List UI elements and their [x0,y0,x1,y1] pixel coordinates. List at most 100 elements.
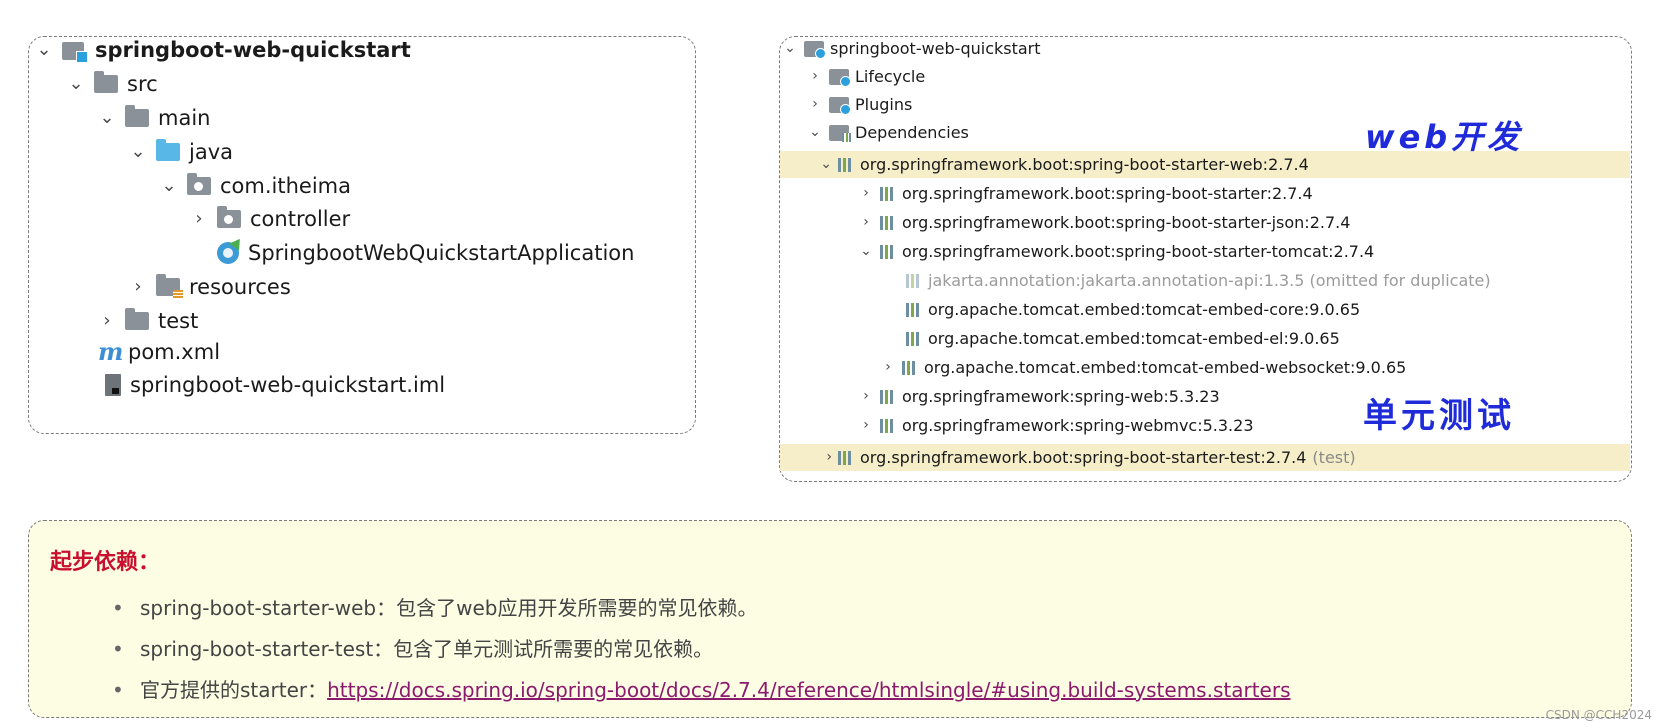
tree-node-app-class[interactable]: SpringbootWebQuickstartApplication [209,235,635,270]
library-icon [838,157,854,172]
maven-node-dependencies[interactable]: ⌄ Dependencies [807,119,969,146]
tree-node-test[interactable]: › test [97,304,198,338]
bullet: • [112,637,124,661]
dependency-label: org.apache.tomcat.embed:tomcat-embed-el:… [928,329,1340,348]
main-label: main [158,106,211,130]
maven-icon: m [98,337,124,366]
folder-icon [94,71,118,93]
chevron-down-icon[interactable]: ⌄ [128,135,148,169]
dependency-label: org.springframework.boot:spring-boot-sta… [902,184,1313,203]
dependency-row[interactable]: › org.springframework:spring-webmvc:5.3.… [858,412,1254,439]
annotation-unit-test: 单元测试 [1363,396,1515,436]
tree-node-iml[interactable]: springboot-web-quickstart.iml [97,368,445,402]
chevron-down-icon[interactable]: ⌄ [97,101,117,135]
chevron-right-icon[interactable]: › [97,304,117,338]
library-icon [838,450,854,465]
controller-label: controller [250,207,351,231]
tree-node-main[interactable]: ⌄ main [97,101,210,135]
chevron-down-icon[interactable]: ⌄ [858,238,874,265]
notes-title: 起步依赖： [50,550,161,575]
library-icon [880,186,896,201]
dependency-scope: (test) [1312,448,1356,467]
note-item: • 官方提供的starter：https://docs.spring.io/spr… [112,674,1291,703]
note-text: spring-boot-starter-test：包含了单元测试所需要的常见依赖… [140,637,714,661]
chevron-right-icon[interactable]: › [128,270,148,304]
dependency-label: jakarta.annotation:jakarta.annotation-ap… [928,271,1491,290]
library-icon [880,215,896,230]
dependency-row[interactable]: › org.springframework.boot:spring-boot-s… [858,180,1313,207]
chevron-down-icon[interactable]: ⌄ [34,33,54,67]
chevron-right-icon[interactable]: › [858,180,874,207]
dependency-row[interactable]: jakarta.annotation:jakarta.annotation-ap… [900,267,1491,294]
chevron-down-icon[interactable]: ⌄ [782,35,798,62]
starter-docs-link[interactable]: https://docs.spring.io/spring-boot/docs/… [327,678,1290,702]
chevron-down-icon[interactable]: ⌄ [780,151,832,178]
chevron-right-icon[interactable]: › [858,383,874,410]
library-icon [880,389,896,404]
lifecycle-label: Lifecycle [855,67,926,86]
maven-node-root[interactable]: ⌄ springboot-web-quickstart [782,35,1041,62]
dependency-label: org.springframework:spring-webmvc:5.3.23 [902,416,1254,435]
chevron-down-icon[interactable]: ⌄ [66,67,86,101]
tree-node-controller[interactable]: › controller [189,202,350,236]
tree-node-java[interactable]: ⌄ java [128,135,233,169]
chevron-down-icon[interactable]: ⌄ [159,169,179,203]
note-text: 官方提供的starter： [140,678,328,702]
tree-node-pom[interactable]: m pom.xml [98,335,220,369]
dependency-row[interactable]: › org.apache.tomcat.embed:tomcat-embed-w… [880,354,1406,381]
dependency-row[interactable]: › org.springframework:spring-web:5.3.23 [858,383,1219,410]
dependency-label: org.springframework.boot:spring-boot-sta… [902,213,1351,232]
dependencies-label: Dependencies [855,123,969,142]
root-label: springboot-web-quickstart [95,38,411,62]
maven-root-label: springboot-web-quickstart [830,39,1041,58]
library-icon [906,302,922,317]
src-label: src [127,72,158,96]
chevron-right-icon[interactable]: › [780,444,832,471]
iml-file-icon [105,374,121,396]
pom-label: pom.xml [128,340,221,364]
library-icon [880,418,896,433]
java-label: java [189,140,233,164]
tree-node-resources[interactable]: › resources [128,270,291,304]
bullet: • [112,596,124,620]
chevron-right-icon[interactable]: › [858,209,874,236]
chevron-right-icon[interactable]: › [189,202,209,236]
chevron-right-icon[interactable]: › [807,63,823,90]
dependency-row[interactable]: ⌄ org.springframework.boot:spring-boot-s… [858,238,1374,265]
chevron-right-icon[interactable]: › [807,91,823,118]
maven-node-lifecycle[interactable]: › Lifecycle [807,63,925,90]
dependency-label: org.springframework.boot:spring-boot-sta… [860,155,1309,174]
test-label: test [158,309,199,333]
dependency-row[interactable]: org.apache.tomcat.embed:tomcat-embed-el:… [900,325,1340,352]
tree-node-src[interactable]: ⌄ src [66,67,158,101]
folder-icon [125,105,149,127]
library-icon [880,244,896,259]
library-icon [902,360,918,375]
maven-module-icon [804,40,826,59]
plugins-label: Plugins [855,95,913,114]
plugins-icon [829,96,851,115]
note-text: spring-boot-starter-web：包含了web应用开发所需要的常见… [140,596,758,620]
app-class-label: SpringbootWebQuickstartApplication [248,241,635,265]
chevron-right-icon[interactable]: › [858,412,874,439]
package-icon [217,206,241,228]
dependencies-icon [829,124,851,142]
library-icon [906,331,922,346]
maven-node-plugins[interactable]: › Plugins [807,91,912,118]
note-item: • spring-boot-starter-web：包含了web应用开发所需要的常… [112,592,757,621]
dependency-row[interactable]: org.apache.tomcat.embed:tomcat-embed-cor… [900,296,1360,323]
tree-node-package[interactable]: ⌄ com.itheima [159,169,351,203]
dependency-row[interactable]: › org.springframework.boot:spring-boot-s… [858,209,1350,236]
annotation-web-dev: web开发 [1365,118,1524,156]
tree-node-root[interactable]: ⌄ springboot-web-quickstart [34,33,411,67]
chevron-right-icon[interactable]: › [880,354,896,381]
note-item: • spring-boot-starter-test：包含了单元测试所需要的常见依… [112,633,713,662]
iml-label: springboot-web-quickstart.iml [130,373,446,397]
dependency-row[interactable]: › org.springframework.boot:spring-boot-s… [780,444,1630,471]
dependency-label: org.apache.tomcat.embed:tomcat-embed-cor… [928,300,1361,319]
dependency-label: org.springframework.boot:spring-boot-sta… [902,242,1375,261]
folder-icon [125,308,149,330]
chevron-down-icon[interactable]: ⌄ [807,119,823,146]
module-icon [62,39,88,63]
package-label: com.itheima [220,174,351,198]
